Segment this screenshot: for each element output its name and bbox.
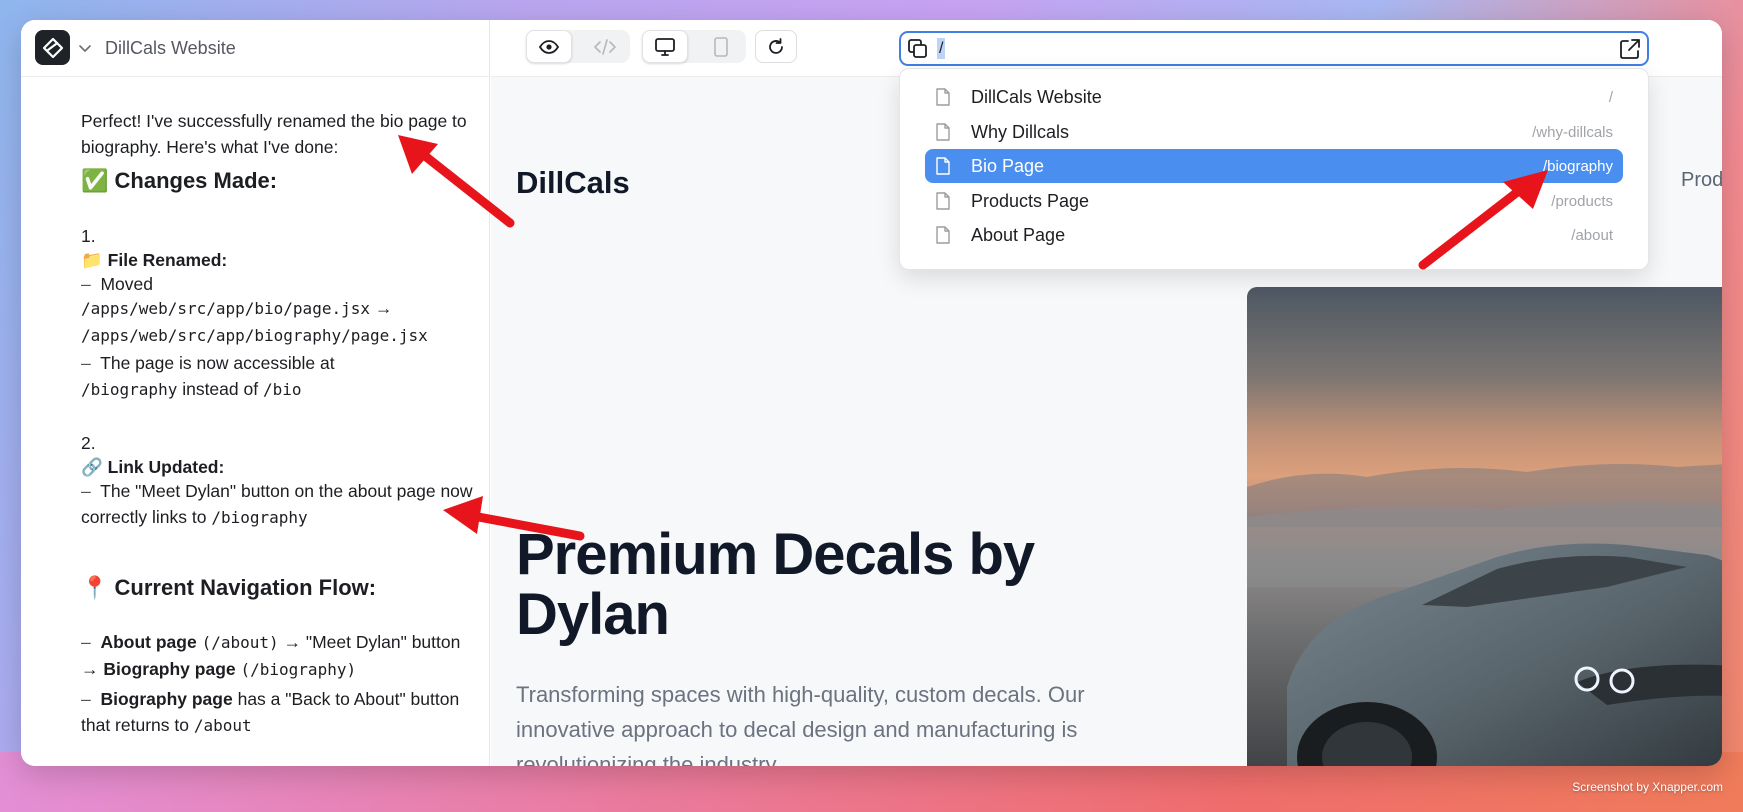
route-label: About Page	[971, 225, 1066, 245]
route-path: /products	[1551, 192, 1613, 210]
device-toggle	[642, 30, 746, 63]
project-title[interactable]: DillCals Website	[105, 38, 236, 59]
item2-title: 🔗 Link Updated:	[81, 457, 225, 477]
bullet-dash: –	[81, 632, 91, 652]
chat-panel: DillCals Website Perfect! I've successfu…	[21, 20, 490, 766]
route-item[interactable]: Bio Page/biography	[925, 149, 1623, 183]
route-item[interactable]: About Page/about	[925, 218, 1623, 252]
view-mode-toggle	[526, 30, 630, 63]
flow2-a: Biography page	[100, 689, 233, 709]
bullet-dash: –	[81, 353, 91, 373]
refresh-button[interactable]	[755, 30, 797, 63]
file-icon	[935, 122, 951, 141]
route-path: /	[1608, 89, 1613, 106]
eye-icon	[539, 39, 559, 54]
route-label: Bio Page	[971, 156, 1045, 176]
route-dropdown: DillCals Website / Why Dillcals/why-dillca…	[899, 68, 1649, 270]
item1-access: – The page is now accessible at /biograp…	[81, 350, 481, 403]
site-nav-products[interactable]: Prod	[1681, 169, 1722, 192]
item2-text: – The "Meet Dylan" button on the about p…	[81, 478, 481, 531]
item1-arrow: →	[374, 298, 393, 318]
flow1-a: About page	[100, 632, 197, 652]
chevron-down-icon[interactable]	[77, 40, 93, 56]
route-path: /biography	[1542, 158, 1613, 175]
desktop-view-button[interactable]	[642, 30, 688, 63]
site-brand[interactable]: DillCals	[516, 165, 630, 201]
bullet-dash: –	[81, 481, 91, 501]
changes-heading: ✅ Changes Made:	[81, 168, 278, 193]
code-view-button[interactable]	[582, 30, 628, 63]
item1-moved-label: Moved	[100, 274, 153, 294]
mobile-view-button[interactable]	[698, 30, 744, 63]
hero-car-image	[1247, 287, 1722, 766]
route-item[interactable]: Why Dillcals/why-dillcals	[925, 115, 1623, 149]
item1-number: 1.	[81, 226, 96, 246]
item1-from-path: /apps/web/src/app/bio/page.jsx	[81, 299, 370, 318]
route-item[interactable]: Products Page/products	[925, 184, 1623, 218]
route-label: Products Page	[971, 190, 1090, 211]
item1-access-old: /bio	[262, 380, 302, 399]
item1-access-pre: The page is now accessible at	[100, 353, 335, 373]
preview-button[interactable]	[526, 30, 572, 63]
item1-access-mid: instead of	[182, 379, 259, 399]
app-window: DillCals Website Perfect! I've successfu…	[21, 20, 1722, 766]
hero-subtitle: Transforming spaces with high-quality, c…	[516, 682, 1085, 766]
item1-moved: – Moved	[81, 271, 481, 297]
app-logo-icon[interactable]	[35, 30, 70, 65]
item1-access-new: /biography	[81, 380, 178, 399]
flow-item-1: – About page (/about) → "Meet Dylan" but…	[81, 629, 481, 683]
item2-text-path: /biography	[211, 508, 308, 527]
monitor-icon	[655, 37, 675, 56]
hero-title: Premium Decals by Dylan	[516, 522, 1035, 647]
nav-heading: 📍 Current Navigation Flow:	[81, 575, 377, 600]
watermark: Screenshot by Xnapper.com	[1572, 780, 1723, 794]
url-bar[interactable]: /	[899, 31, 1649, 66]
route-label: DillCals Website	[971, 87, 1102, 107]
url-input[interactable]: /	[937, 38, 946, 59]
route-label: Why Dillcals	[971, 121, 1070, 142]
copy-icon[interactable]	[907, 38, 929, 60]
bullet-dash: –	[81, 689, 91, 709]
flow-item-2: – Biography page has a "Back to About" b…	[81, 686, 481, 739]
item1-paths: /apps/web/src/app/bio/page.jsx → /apps/w…	[81, 295, 481, 349]
item1-title: 📁 File Renamed:	[81, 250, 228, 270]
file-icon	[935, 157, 951, 175]
phone-icon	[714, 36, 728, 57]
flow1-b: Biography page	[103, 659, 236, 679]
refresh-icon	[769, 37, 783, 54]
flow1-b-path: (/biography)	[240, 660, 357, 679]
chat-header: DillCals Website	[21, 20, 490, 77]
route-path: /about	[1571, 227, 1613, 244]
route-path: /why-dillcals	[1532, 123, 1613, 141]
bullet-dash: –	[81, 274, 91, 294]
item2-number: 2.	[81, 433, 96, 453]
code-icon	[594, 38, 616, 55]
flow2-path: /about	[193, 716, 252, 735]
external-link-icon[interactable]	[1619, 38, 1641, 60]
flow1-a-path: (/about)	[201, 633, 279, 652]
file-icon	[935, 88, 951, 106]
chat-intro: Perfect! I've successfully renamed the b…	[81, 111, 467, 157]
route-item[interactable]: DillCals Website /	[925, 80, 1623, 114]
item1-to-path: /apps/web/src/app/biography/page.jsx	[81, 326, 428, 345]
file-icon	[935, 226, 951, 244]
file-icon	[935, 191, 951, 210]
